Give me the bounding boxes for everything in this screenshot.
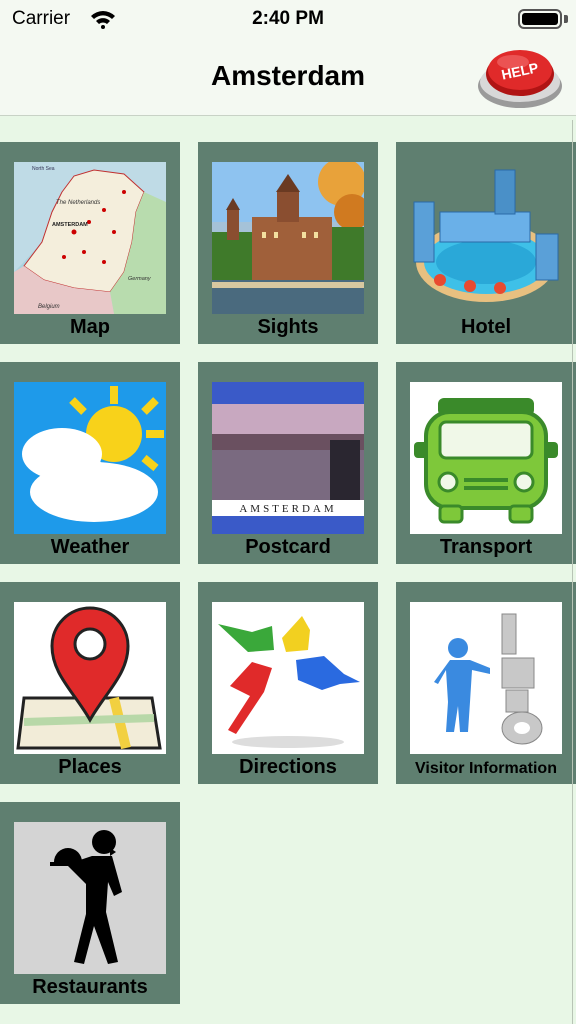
transport-icon [410, 382, 562, 534]
status-time: 2:40 PM [252, 8, 324, 29]
tile-label: Directions [239, 756, 337, 778]
nav-bar: Amsterdam HELP [0, 40, 576, 116]
waiter-icon [14, 822, 166, 974]
status-bar: Carrier 2:40 PM [0, 0, 576, 40]
tile-label: Map [70, 316, 110, 338]
tile-visitor-information[interactable]: Visitor Information [396, 582, 576, 784]
map-north-sea-label: North Sea [32, 166, 55, 172]
tile-hotel[interactable]: Hotel [396, 142, 576, 344]
hotel-icon [410, 162, 562, 314]
map-country-label: The Netherlands [56, 200, 100, 206]
battery-icon [518, 9, 562, 29]
tile-restaurants[interactable]: Restaurants [0, 802, 180, 1004]
info-figure-icon [410, 602, 562, 754]
map-pin-icon [14, 602, 166, 754]
tile-transport[interactable]: Transport [396, 362, 576, 564]
scroll-divider [572, 120, 573, 1024]
sights-photo-icon [212, 162, 364, 314]
map-germany-label: Germany [128, 276, 152, 282]
tile-postcard[interactable]: AMSTERDAM Postcard [198, 362, 378, 564]
tile-label: Restaurants [32, 976, 148, 998]
tile-sights[interactable]: Sights [198, 142, 378, 344]
help-button[interactable]: HELP [475, 40, 565, 112]
pointing-hands-icon [212, 602, 364, 754]
weather-icon [14, 382, 166, 534]
postcard-caption: AMSTERDAM [239, 503, 336, 515]
tile-weather[interactable]: Weather [0, 362, 180, 564]
tile-map[interactable]: North Sea The Netherlands AMSTERDAM Germ… [0, 142, 180, 344]
netherlands-map-icon: North Sea The Netherlands AMSTERDAM Germ… [14, 162, 166, 314]
tile-label: Places [58, 756, 122, 778]
tile-label: Transport [439, 536, 533, 558]
tile-places[interactable]: Places [0, 582, 180, 784]
tile-directions[interactable]: Directions [198, 582, 378, 784]
map-belgium-label: Belgium [38, 304, 60, 310]
battery-tip [564, 15, 568, 23]
tile-label: Hotel [461, 316, 511, 338]
tile-label: Visitor Information [415, 760, 557, 777]
tile-label: Weather [50, 536, 130, 558]
tile-label: Sights [257, 316, 319, 338]
postcard-icon: AMSTERDAM [212, 382, 364, 534]
map-city-label: AMSTERDAM [52, 222, 88, 228]
tile-label: Postcard [245, 536, 331, 558]
